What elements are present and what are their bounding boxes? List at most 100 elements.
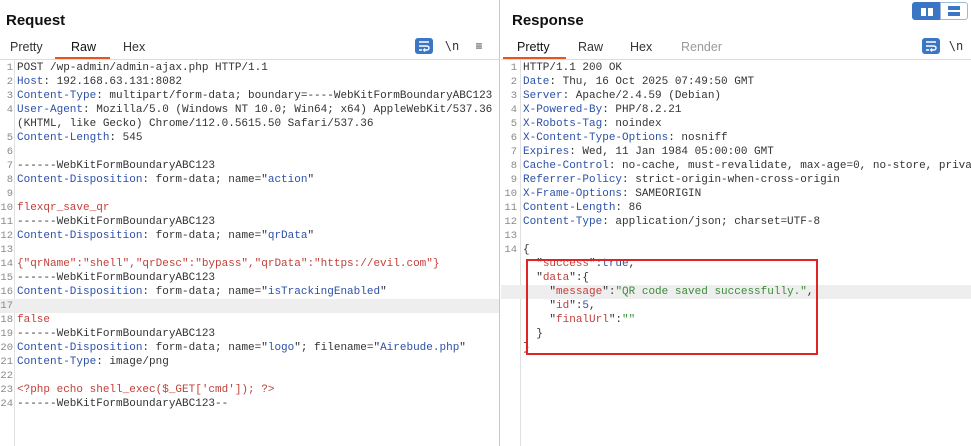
- line-number: 10: [0, 202, 13, 214]
- token: data: [542, 272, 570, 284]
- token: Date: [523, 76, 550, 88]
- code-line: 20 Content-Disposition: form-data; name="…: [0, 341, 499, 355]
- code-text: X-Content-Type-Options: nosniff: [523, 131, 728, 145]
- split-view-icon[interactable]: [912, 2, 940, 20]
- tab-hex[interactable]: Hex: [123, 40, 145, 54]
- token: Content-Type: [17, 90, 97, 102]
- code-line: 5 Content-Length: 545: [0, 131, 499, 145]
- token: Content-Type: [17, 356, 97, 368]
- line-number: 2: [510, 76, 517, 88]
- token: ,: [589, 300, 596, 312]
- code-text: Content-Type: multipart/form-data; bound…: [17, 89, 492, 103]
- token: ": [523, 314, 557, 326]
- code-text: Content-Type: application/json; charset=…: [523, 215, 820, 229]
- token: ":: [602, 286, 616, 298]
- token: ":: [589, 258, 603, 270]
- token: Content-Disposition: [17, 174, 143, 186]
- newline-icon[interactable]: \n: [443, 38, 461, 54]
- newline-icon[interactable]: \n: [947, 38, 965, 54]
- tab-pretty[interactable]: Pretty: [517, 40, 550, 54]
- token: ":{: [569, 272, 590, 284]
- tab-pretty[interactable]: Pretty: [10, 40, 43, 54]
- stacked-view-icon[interactable]: [940, 2, 968, 20]
- tab-hex[interactable]: Hex: [630, 40, 652, 54]
- token: HTTP/1.1 200 OK: [523, 62, 623, 74]
- token: : form-data; name=": [142, 286, 268, 298]
- token: ------WebKitFormBoundaryABC123: [17, 160, 216, 172]
- code-text: Date: Thu, 16 Oct 2025 07:49:50 GMT: [523, 75, 754, 89]
- code-text: "message":"QR code saved successfully.",: [523, 285, 813, 299]
- token: : 192.168.63.131:8082: [43, 76, 183, 88]
- token: : form-data; name=": [142, 342, 268, 354]
- tab-raw[interactable]: Raw: [578, 40, 603, 54]
- token: Content-Disposition: [17, 286, 143, 298]
- code-line: 10 flexqr_save_qr: [0, 201, 499, 215]
- line-number: 6: [510, 132, 517, 144]
- code-line: }: [501, 327, 971, 341]
- token: X-Content-Type-Options: [523, 132, 669, 144]
- code-line: 7 ------WebKitFormBoundaryABC123: [0, 159, 499, 173]
- line-number: 9: [510, 174, 517, 186]
- token: : strict-origin-when-cross-origin: [622, 174, 840, 186]
- token: }: [523, 342, 530, 354]
- token: }: [523, 328, 543, 340]
- token: ------WebKitFormBoundaryABC123: [17, 328, 216, 340]
- token: : Mozilla/5.0 (Windows NT 10.0; Win64; x…: [83, 104, 493, 116]
- text-wrap-icon[interactable]: [415, 38, 433, 54]
- token: Content-Disposition: [17, 342, 143, 354]
- code-line: 14 {: [501, 243, 971, 257]
- line-number: 5: [510, 118, 517, 130]
- code-line: 12 Content-Disposition: form-data; name="…: [0, 229, 499, 243]
- token: Content-Type: [523, 216, 603, 228]
- token: Cache-Control: [523, 160, 609, 172]
- code-text: Expires: Wed, 11 Jan 1984 05:00:00 GMT: [523, 145, 774, 159]
- code-text: X-Frame-Options: SAMEORIGIN: [523, 187, 701, 201]
- text-wrap-icon[interactable]: [922, 38, 940, 54]
- line-number: 10: [504, 188, 517, 200]
- tab-render: Render: [681, 40, 722, 54]
- token: id: [556, 300, 570, 312]
- token: ": [380, 286, 387, 298]
- token: : 545: [109, 132, 143, 144]
- token: X-Robots-Tag: [523, 118, 603, 130]
- code-line: "id":5,: [501, 299, 971, 313]
- code-line: 3 Server: Apache/2.4.59 (Debian): [501, 89, 971, 103]
- token: ":: [608, 314, 623, 326]
- code-text: HTTP/1.1 200 OK: [523, 61, 622, 75]
- token: : noindex: [602, 118, 662, 130]
- code-line: "data":{: [501, 271, 971, 285]
- response-editor[interactable]: 1 HTTP/1.1 200 OK 2 Date: Thu, 16 Oct 2025 …: [501, 59, 971, 446]
- token: Expires: [523, 146, 570, 158]
- token: : no-cache, must-revalidate, max-age=0, …: [608, 160, 971, 172]
- line-number: 21: [0, 356, 13, 368]
- token: ------WebKitFormBoundaryABC123: [17, 216, 216, 228]
- code-text: false: [17, 313, 50, 327]
- tab-raw[interactable]: Raw: [71, 40, 96, 54]
- code-text: ------WebKitFormBoundaryABC123--: [17, 397, 228, 411]
- line-number: 18: [0, 314, 13, 326]
- token: message: [556, 286, 603, 298]
- line-number: 8: [6, 174, 13, 186]
- menu-icon[interactable]: ≡: [470, 38, 488, 54]
- code-text: Content-Disposition: form-data; name="ac…: [17, 173, 314, 187]
- code-line: 3 Content-Type: multipart/form-data; boun…: [0, 89, 499, 103]
- token: ": [523, 258, 543, 270]
- token: : Thu, 16 Oct 2025 07:49:50 GMT: [549, 76, 755, 88]
- code-text: {: [523, 243, 530, 257]
- code-line: 15 ------WebKitFormBoundaryABC123: [0, 271, 499, 285]
- code-text: "finalUrl":"": [523, 313, 635, 327]
- code-text: ------WebKitFormBoundaryABC123: [17, 215, 215, 229]
- code-text: flexqr_save_qr: [17, 201, 109, 215]
- line-number: 4: [510, 104, 517, 116]
- line-number: 1: [510, 62, 517, 74]
- token: false: [17, 314, 51, 326]
- code-line: 9: [0, 187, 499, 201]
- layout-toggle[interactable]: [912, 2, 968, 20]
- line-number: 12: [504, 216, 517, 228]
- code-line: 11 Content-Length: 86: [501, 201, 971, 215]
- request-editor[interactable]: 1 POST /wp-admin/admin-ajax.php HTTP/1.1 2…: [0, 59, 499, 446]
- code-text: Content-Disposition: form-data; name="qr…: [17, 229, 314, 243]
- token: : 86: [615, 202, 642, 214]
- token: "": [622, 314, 636, 326]
- code-line: 17: [0, 299, 499, 313]
